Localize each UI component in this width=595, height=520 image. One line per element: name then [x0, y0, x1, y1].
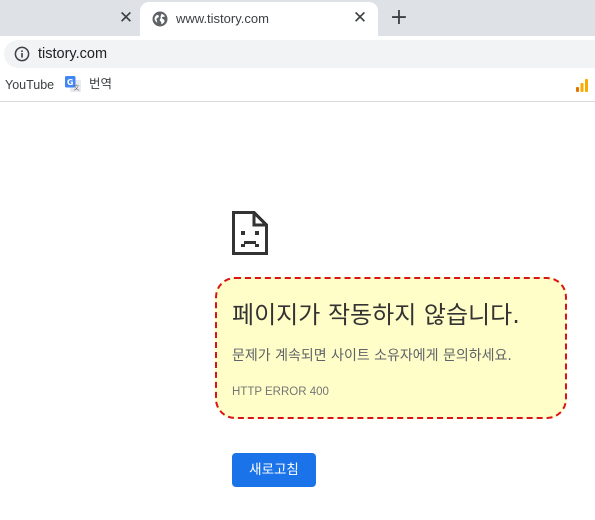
- bookmark-translate-label: 번역: [89, 76, 113, 91]
- error-heading: 페이지가 작동하지 않습니다.: [232, 301, 520, 329]
- google-translate-icon: G 文: [65, 76, 81, 92]
- error-code: HTTP ERROR 400: [232, 386, 329, 398]
- url-text[interactable]: tistory.com: [38, 45, 107, 63]
- tab-inactive[interactable]: ✕: [0, 0, 140, 36]
- new-tab-button[interactable]: +: [388, 6, 410, 30]
- close-tab-icon[interactable]: ✕: [118, 8, 134, 28]
- globe-icon: [152, 11, 168, 27]
- info-icon[interactable]: [14, 46, 30, 62]
- error-message: 문제가 계속되면 사이트 소유자에게 문의하세요.: [232, 348, 512, 364]
- sad-page-icon: [232, 211, 268, 255]
- signal-bars-icon[interactable]: [574, 77, 590, 93]
- reload-button[interactable]: 새로고침: [232, 453, 316, 487]
- toolbar: tistory.com: [0, 36, 595, 70]
- svg-text:文: 文: [73, 84, 79, 92]
- bookmarks-bar: YouTube G 文 번역: [0, 70, 595, 102]
- tab-active[interactable]: www.tistory.com ✕: [140, 2, 378, 36]
- bookmark-youtube[interactable]: YouTube: [5, 77, 54, 93]
- tab-strip: ✕ www.tistory.com ✕ +: [0, 0, 595, 36]
- address-bar[interactable]: tistory.com: [4, 40, 595, 68]
- close-tab-icon[interactable]: ✕: [352, 8, 368, 28]
- tab-title: www.tistory.com: [176, 11, 269, 26]
